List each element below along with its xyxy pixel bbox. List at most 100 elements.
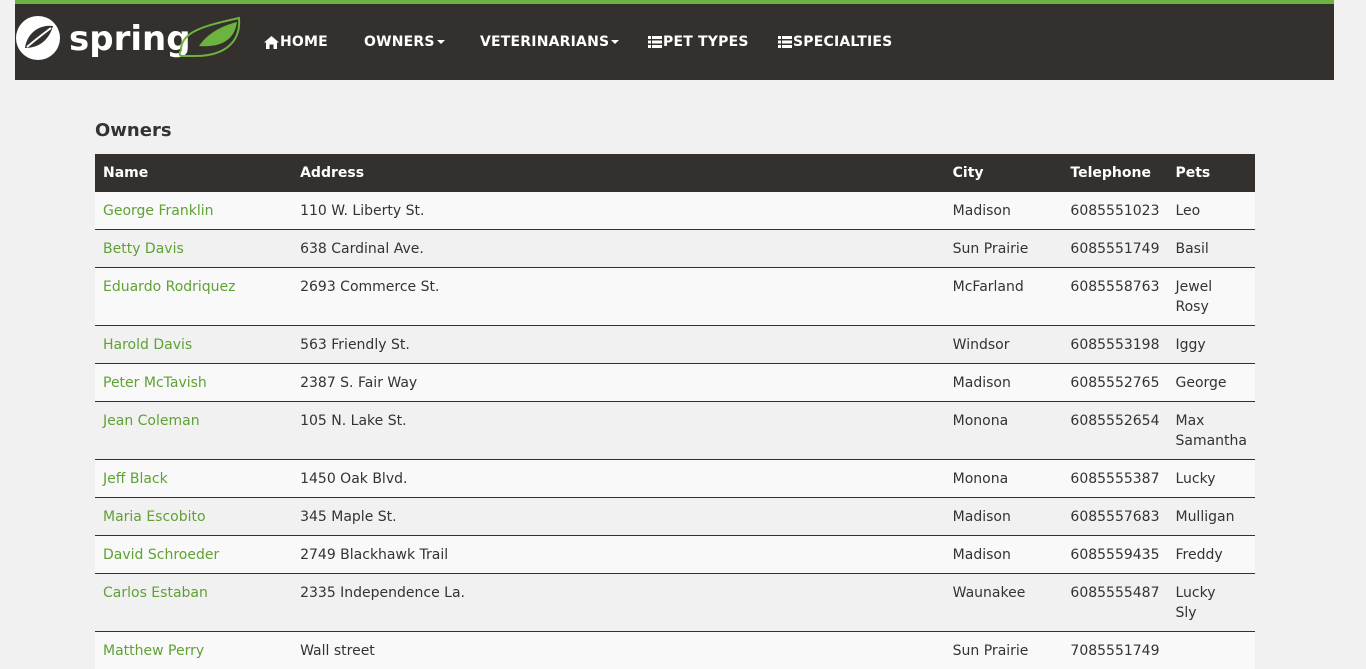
column-header-telephone: Telephone <box>1062 154 1167 192</box>
cell-telephone: 6085555487 <box>1062 574 1167 632</box>
nav-owners-label: OWNERS <box>364 34 435 50</box>
owner-name-link[interactable]: Carlos Estaban <box>103 585 208 601</box>
cell-telephone: 6085553198 <box>1062 326 1167 364</box>
column-header-name: Name <box>95 154 292 192</box>
cell-city: Madison <box>945 498 1063 536</box>
cell-name: Jean Coleman <box>95 402 292 460</box>
cell-name: Harold Davis <box>95 326 292 364</box>
cell-address: 638 Cardinal Ave. <box>292 230 945 268</box>
owner-name-link[interactable]: Matthew Perry <box>103 643 204 659</box>
owner-name-link[interactable]: Betty Davis <box>103 241 184 257</box>
cell-pets: Basil <box>1167 230 1255 268</box>
owner-name-link[interactable]: George Franklin <box>103 203 214 219</box>
cell-name: Carlos Estaban <box>95 574 292 632</box>
pet-name: Lucky <box>1175 469 1247 489</box>
cell-pets: Freddy <box>1167 536 1255 574</box>
owner-name-link[interactable]: Harold Davis <box>103 337 192 353</box>
table-row: Eduardo Rodriquez 2693 Commerce St.McFarl… <box>95 268 1255 326</box>
nav-specialties-label: SPECIALTIES <box>793 34 892 50</box>
cell-telephone: 6085557683 <box>1062 498 1167 536</box>
table-row: Jean Coleman105 N. Lake St.Monona6085552… <box>95 402 1255 460</box>
cell-telephone: 6085559435 <box>1062 536 1167 574</box>
owners-table-body: George Franklin110 W. Liberty St.Madison… <box>95 192 1255 669</box>
cell-address: 2749 Blackhawk Trail <box>292 536 945 574</box>
caret-down-icon <box>437 40 445 44</box>
pet-name: Freddy <box>1175 545 1247 565</box>
cell-telephone: 6085555387 <box>1062 460 1167 498</box>
owner-name-link[interactable]: David Schroeder <box>103 547 219 563</box>
cell-telephone: 6085558763 <box>1062 268 1167 326</box>
cell-telephone: 6085551749 <box>1062 230 1167 268</box>
nav-owners-dropdown[interactable]: OWNERS <box>364 22 445 62</box>
pet-name: Rosy <box>1175 297 1247 317</box>
cell-telephone: 7085551749 <box>1062 632 1167 669</box>
pet-name: Mulligan <box>1175 507 1247 527</box>
pet-name: Sly <box>1175 603 1247 623</box>
owner-name-link[interactable]: Jeff Black <box>103 471 168 487</box>
cell-name: George Franklin <box>95 192 292 230</box>
navbar: spring HOME OWNERS VETERINARIANS P <box>15 0 1334 80</box>
table-row: Maria Escobito345 Maple St.Madison608555… <box>95 498 1255 536</box>
table-row: Harold Davis 563 Friendly St.Windsor60855… <box>95 326 1255 364</box>
cell-telephone: 6085551023 <box>1062 192 1167 230</box>
cell-name: David Schroeder <box>95 536 292 574</box>
th-list-icon <box>778 36 792 48</box>
cell-telephone: 6085552654 <box>1062 402 1167 460</box>
cell-pets: Lucky <box>1167 460 1255 498</box>
pet-name: Max <box>1175 411 1247 431</box>
cell-address: 2335 Independence La. <box>292 574 945 632</box>
pet-name: Basil <box>1175 239 1247 259</box>
cell-pets: Leo <box>1167 192 1255 230</box>
nav-veterinarians-wrapper: VETERINARIANS <box>480 4 619 80</box>
owners-table-header: Name Address City Telephone Pets <box>95 154 1255 192</box>
caret-down-icon <box>611 40 619 44</box>
cell-city: McFarland <box>945 268 1063 326</box>
cell-city: Waunakee <box>945 574 1063 632</box>
nav-veterinarians-dropdown[interactable]: VETERINARIANS <box>480 22 619 62</box>
owner-name-link[interactable]: Eduardo Rodriquez <box>103 279 236 295</box>
cell-address: 2693 Commerce St. <box>292 268 945 326</box>
column-header-address: Address <box>292 154 945 192</box>
cell-name: Jeff Black <box>95 460 292 498</box>
cell-name: Betty Davis <box>95 230 292 268</box>
cell-city: Madison <box>945 536 1063 574</box>
cell-city: Sun Prairie <box>945 230 1063 268</box>
cell-pets: George <box>1167 364 1255 402</box>
cell-address: 563 Friendly St. <box>292 326 945 364</box>
pet-name: George <box>1175 373 1247 393</box>
owner-name-link[interactable]: Peter McTavish <box>103 375 207 391</box>
cell-city: Madison <box>945 192 1063 230</box>
spring-leaf-logo: spring <box>15 14 247 64</box>
table-row: Carlos Estaban 2335 Independence La.Wauna… <box>95 574 1255 632</box>
cell-name: Eduardo Rodriquez <box>95 268 292 326</box>
cell-pets: Mulligan <box>1167 498 1255 536</box>
cell-city: Monona <box>945 402 1063 460</box>
nav-home-label: HOME <box>280 34 328 50</box>
nav-specialties-wrapper: SPECIALTIES <box>778 4 892 80</box>
nav-pet-types[interactable]: PET TYPES <box>648 22 749 62</box>
cell-pets: LuckySly <box>1167 574 1255 632</box>
cell-city: Madison <box>945 364 1063 402</box>
column-header-city: City <box>945 154 1063 192</box>
column-header-pets: Pets <box>1167 154 1255 192</box>
spring-logo[interactable]: spring <box>15 14 245 64</box>
pet-name: Jewel <box>1175 277 1247 297</box>
cell-pets: MaxSamantha <box>1167 402 1255 460</box>
cell-name: Maria Escobito <box>95 498 292 536</box>
brand-wordmark: spring <box>69 19 191 59</box>
cell-pets: JewelRosy <box>1167 268 1255 326</box>
owner-name-link[interactable]: Jean Coleman <box>103 413 200 429</box>
table-row: Peter McTavish2387 S. Fair WayMadison608… <box>95 364 1255 402</box>
nav-specialties[interactable]: SPECIALTIES <box>778 22 892 62</box>
nav-owners-wrapper: OWNERS <box>364 4 445 80</box>
th-list-icon <box>648 36 662 48</box>
owner-name-link[interactable]: Maria Escobito <box>103 509 206 525</box>
cell-address: 2387 S. Fair Way <box>292 364 945 402</box>
cell-name: Matthew Perry <box>95 632 292 669</box>
nav-home[interactable]: HOME <box>264 22 328 62</box>
cell-city: Windsor <box>945 326 1063 364</box>
cell-city: Sun Prairie <box>945 632 1063 669</box>
pet-name: Lucky <box>1175 583 1247 603</box>
table-row: Matthew PerryWall streetSun Prairie70855… <box>95 632 1255 669</box>
cell-name: Peter McTavish <box>95 364 292 402</box>
